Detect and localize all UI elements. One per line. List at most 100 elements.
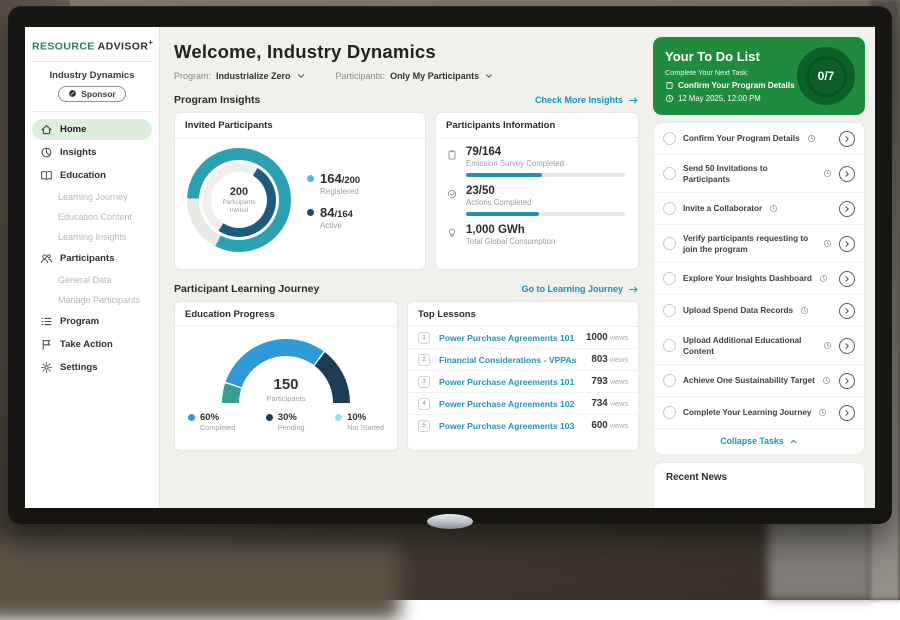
sidebar-item-general-data[interactable]: General Data: [32, 271, 152, 289]
todo-item-go-button[interactable]: [839, 303, 855, 319]
lesson-title-link[interactable]: Power Purchase Agreements 101: [439, 377, 591, 387]
sidebar-item-participants[interactable]: Participants: [32, 248, 152, 269]
todo-checkbox[interactable]: [663, 202, 676, 215]
legend-item-active: 84/164Active: [307, 205, 360, 230]
todo-checkbox[interactable]: [663, 339, 676, 352]
todo-checkbox[interactable]: [663, 304, 676, 317]
education-progress-card: Education Progress 150 Participants 60%C…: [174, 301, 398, 451]
participants-filter-dropdown[interactable]: Participants: Only My Participants: [336, 71, 495, 81]
lesson-row-5[interactable]: 5Power Purchase Agreements 103600views: [408, 415, 638, 436]
program-insights-header: Program Insights Check More Insights: [174, 94, 639, 106]
legend-item-not-started: 10%Not Started: [335, 412, 384, 432]
program-filter-dropdown[interactable]: Program: Industrialize Zero: [174, 71, 306, 81]
legend-value-num: 164: [320, 171, 342, 186]
lesson-row-1[interactable]: 1Power Purchase Agreements 1011000views: [408, 327, 638, 349]
stat-label: Emission Survey Completed: [466, 159, 625, 168]
participants-icon: [40, 252, 53, 265]
todo-item-label: Explore Your Insights Dashboard: [683, 273, 812, 284]
sidebar-item-label: Program: [60, 316, 99, 327]
todo-checkbox[interactable]: [663, 132, 676, 145]
todo-item-achieve-one-sustainability-target[interactable]: Achieve One Sustainability Target: [654, 365, 864, 397]
lesson-rank: 3: [418, 376, 430, 388]
sidebar-item-manage-participants[interactable]: Manage Participants: [32, 291, 152, 309]
lesson-rank: 4: [418, 398, 430, 410]
stat-label: Total Global Consumption: [466, 237, 625, 246]
legend-label: Completed: [200, 423, 235, 432]
app-logo-secondary: ADVISOR: [98, 41, 149, 53]
todo-item-go-button[interactable]: [839, 405, 855, 421]
insights-icon: [40, 146, 53, 159]
todo-item-go-button[interactable]: [839, 131, 855, 147]
todo-item-go-button[interactable]: [839, 271, 855, 287]
todo-item-go-button[interactable]: [839, 373, 855, 389]
sidebar-item-home[interactable]: Home: [32, 119, 152, 140]
recent-news-card: Recent News: [653, 462, 865, 508]
consumption-icon: [446, 227, 458, 239]
dashboard-screen: RESOURCE ADVISOR+ Industry Dynamics Spon…: [25, 27, 875, 508]
todo-hero-text: Your To Do List Complete Your Next Task:…: [665, 49, 795, 103]
legend-dot: [307, 209, 314, 216]
stat-value: 79/164: [466, 146, 625, 158]
sidebar-item-settings[interactable]: Settings: [32, 357, 152, 378]
lesson-title-link[interactable]: Financial Considerations - VPPAs: [439, 355, 591, 365]
todo-item-invite-a-collaborator[interactable]: Invite a Collaborator: [654, 193, 864, 225]
todo-checkbox[interactable]: [663, 167, 676, 180]
lesson-title-link[interactable]: Power Purchase Agreements 102: [439, 399, 591, 409]
todo-item-confirm-your-program-details[interactable]: Confirm Your Program Details: [654, 123, 864, 155]
todo-item-send-50-invitations-to-participants[interactable]: Send 50 Invitations to Participants: [654, 155, 864, 193]
todo-checkbox[interactable]: [663, 374, 676, 387]
sidebar-item-education[interactable]: Education: [32, 165, 152, 186]
education-progress-legend: 60%Completed30%Pending10%Not Started: [175, 412, 397, 432]
legend-text: 60%Completed: [200, 412, 235, 432]
todo-item-upload-additional-educational-content[interactable]: Upload Additional Educational Content: [654, 327, 864, 365]
todo-item-explore-your-insights-dashboard[interactable]: Explore Your Insights Dashboard: [654, 263, 864, 295]
top-lessons-card: Top Lessons 1Power Purchase Agreements 1…: [407, 301, 639, 451]
sidebar-item-learning-journey[interactable]: Learning Journey: [32, 188, 152, 206]
stat-progress-bar: [466, 212, 625, 216]
invited-participants-donut-chart: 200 Participants Invited: [187, 148, 291, 252]
lesson-row-2[interactable]: 2Financial Considerations - VPPAs803view…: [408, 349, 638, 371]
todo-checkbox[interactable]: [663, 406, 676, 419]
go-to-learning-journey-link[interactable]: Go to Learning Journey: [521, 284, 639, 295]
todo-due-row: 12 May 2025, 12:00 PM: [665, 94, 795, 103]
invited-participants-card: Invited Participants 200 Participants In…: [174, 112, 426, 270]
invited-participants-legend: 164/200Registered84/164Active: [307, 162, 360, 239]
todo-item-verify-participants-requesting-to-join-the-program[interactable]: Verify participants requesting to join t…: [654, 225, 864, 263]
todo-next-task: Confirm Your Program Details: [678, 81, 795, 90]
top-lessons-card-title: Top Lessons: [408, 302, 638, 327]
todo-item-complete-your-learning-journey[interactable]: Complete Your Learning Journey: [654, 397, 864, 429]
invited-participants-body: 200 Participants Invited 164/200Register…: [175, 138, 425, 252]
sidebar-item-learning-insights[interactable]: Learning Insights: [32, 228, 152, 246]
todo-item-label: Send 50 Invitations to Participants: [683, 163, 816, 185]
todo-item-upload-spend-data-records[interactable]: Upload Spend Data Records: [654, 295, 864, 327]
stat-value: 1,000 GWh: [466, 224, 625, 236]
todo-item-go-button[interactable]: [839, 236, 855, 252]
todo-checkbox[interactable]: [663, 237, 676, 250]
sidebar-item-education-content[interactable]: Education Content: [32, 208, 152, 226]
take-action-icon: [40, 338, 53, 351]
todo-item-go-button[interactable]: [839, 166, 855, 182]
check-more-insights-link[interactable]: Check More Insights: [535, 95, 639, 106]
lesson-views-count: 1000: [586, 332, 608, 343]
collapse-tasks-link[interactable]: Collapse Tasks: [654, 429, 864, 454]
lesson-title-link[interactable]: Power Purchase Agreements 101: [439, 333, 586, 343]
sponsor-badge[interactable]: Sponsor: [58, 86, 125, 102]
todo-checkbox[interactable]: [663, 272, 676, 285]
chevron-down-icon: [484, 71, 494, 81]
participants-filter-value: Only My Participants: [390, 71, 479, 81]
stat-label: Actions Completed: [466, 198, 625, 207]
sponsor-icon: [68, 89, 77, 98]
arrow-right-icon: [628, 95, 639, 106]
sidebar-item-insights[interactable]: Insights: [32, 142, 152, 163]
todo-item-go-button[interactable]: [839, 201, 855, 217]
lesson-row-3[interactable]: 3Power Purchase Agreements 101793views: [408, 371, 638, 393]
education-progress-value: 150: [222, 377, 350, 392]
todo-progress-ring: 0/7: [797, 47, 855, 105]
sidebar-item-take-action[interactable]: Take Action: [32, 334, 152, 355]
todo-item-go-button[interactable]: [839, 338, 855, 354]
sidebar-item-program[interactable]: Program: [32, 311, 152, 332]
survey-icon: [446, 149, 458, 161]
lesson-title-link[interactable]: Power Purchase Agreements 103: [439, 421, 591, 431]
lesson-row-4[interactable]: 4Power Purchase Agreements 102734views: [408, 393, 638, 415]
clock-icon: [800, 306, 809, 315]
